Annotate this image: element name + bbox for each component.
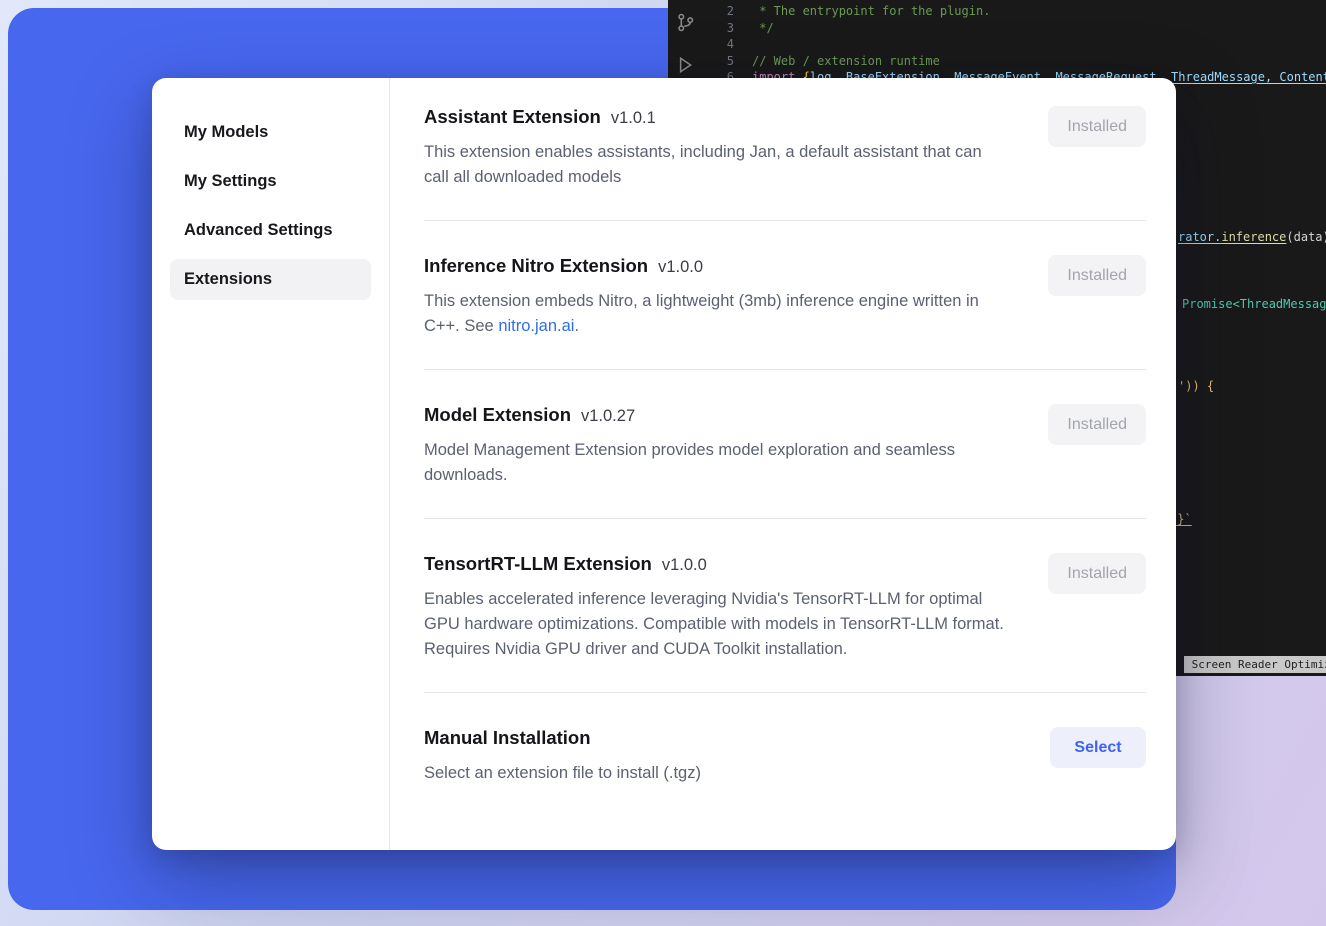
extension-version: v1.0.1 (611, 109, 656, 127)
code-text: */ (752, 20, 774, 37)
code-token: rator. (1178, 230, 1221, 244)
extension-name: Model Extension v1.0.27 (424, 404, 1009, 426)
line-number: 4 (708, 36, 734, 53)
extension-title-text: Model Extension (424, 404, 571, 425)
sidebar-item-extensions[interactable]: Extensions (170, 259, 371, 300)
nitro-jan-ai-link[interactable]: nitro.jan.ai (498, 317, 574, 335)
extension-row: TensortRT-LLM Extension v1.0.0 Enables ac… (424, 553, 1146, 662)
line-number: 2 (708, 3, 734, 20)
select-file-button[interactable]: Select (1050, 727, 1146, 768)
code-line: 2 * The entrypoint for the plugin. (708, 3, 1326, 20)
extension-row: Inference Nitro Extension v1.0.0 This ext… (424, 255, 1146, 339)
code-fragment: rator.inference(data)); (1178, 229, 1326, 245)
code-line: 3 */ (708, 20, 1326, 37)
sidebar-item-my-settings[interactable]: My Settings (170, 161, 371, 202)
extension-description: Model Management Extension provides mode… (424, 438, 1009, 488)
extension-name: TensortRT-LLM Extension v1.0.0 (424, 553, 1009, 575)
screen-reader-optimized-badge[interactable]: Screen Reader Optimized (1184, 656, 1326, 673)
extension-version: v1.0.27 (581, 407, 635, 425)
extension-version: v1.0.0 (662, 556, 707, 574)
extension-row: Assistant Extension v1.0.1 This extension… (424, 106, 1146, 190)
divider (424, 692, 1146, 693)
extension-info: Model Extension v1.0.27 Model Management … (424, 404, 1009, 488)
extension-info: Assistant Extension v1.0.1 This extension… (424, 106, 1009, 190)
desktop: 2 * The entrypoint for the plugin. 3 */ … (0, 0, 1326, 926)
run-debug-icon[interactable] (675, 55, 695, 75)
divider (424, 518, 1146, 519)
extension-description: This extension enables assistants, inclu… (424, 140, 1009, 190)
extension-info: Inference Nitro Extension v1.0.0 This ext… (424, 255, 1009, 339)
settings-sidebar: My Models My Settings Advanced Settings … (152, 78, 390, 850)
extension-description: This extension embeds Nitro, a lightweig… (424, 289, 1009, 339)
installed-button[interactable]: Installed (1048, 106, 1146, 147)
extension-row: Model Extension v1.0.27 Model Management … (424, 404, 1146, 488)
description-text: . (574, 317, 579, 335)
code-text: * The entrypoint for the plugin. (752, 3, 990, 20)
manual-installation-description: Select an extension file to install (.tg… (424, 761, 701, 786)
source-control-icon[interactable] (675, 12, 696, 33)
line-number: 3 (708, 20, 734, 37)
extension-description: Enables accelerated inference leveraging… (424, 587, 1009, 662)
extension-name: Assistant Extension v1.0.1 (424, 106, 1009, 128)
divider (424, 369, 1146, 370)
code-line: 5 // Web / extension runtime (708, 53, 1326, 70)
manual-installation-title: Manual Installation (424, 727, 701, 749)
extension-title-text: Inference Nitro Extension (424, 255, 648, 276)
code-token: (data)); (1286, 230, 1326, 244)
extension-title-text: Assistant Extension (424, 106, 601, 127)
settings-modal: My Models My Settings Advanced Settings … (152, 78, 1176, 850)
extension-info: Manual Installation Select an extension … (424, 727, 701, 786)
code-text: // Web / extension runtime (752, 53, 940, 70)
extensions-panel: Assistant Extension v1.0.1 This extension… (390, 78, 1176, 850)
extension-name: Inference Nitro Extension v1.0.0 (424, 255, 1009, 277)
sidebar-item-advanced-settings[interactable]: Advanced Settings (170, 210, 371, 251)
extension-title-text: TensortRT-LLM Extension (424, 553, 652, 574)
code-lines: 2 * The entrypoint for the plugin. 3 */ … (708, 3, 1326, 86)
manual-installation-row: Manual Installation Select an extension … (424, 727, 1146, 786)
code-token: inference (1221, 230, 1286, 244)
line-number: 5 (708, 53, 734, 70)
extension-version: v1.0.0 (658, 258, 703, 276)
sidebar-item-my-models[interactable]: My Models (170, 112, 371, 153)
installed-button[interactable]: Installed (1048, 404, 1146, 445)
divider (424, 220, 1146, 221)
installed-button[interactable]: Installed (1048, 255, 1146, 296)
extension-info: TensortRT-LLM Extension v1.0.0 Enables ac… (424, 553, 1009, 662)
code-fragment: ')) { (1178, 378, 1214, 394)
code-line: 4 (708, 36, 1326, 53)
installed-button[interactable]: Installed (1048, 553, 1146, 594)
code-fragment: Promise<ThreadMessage> (1182, 296, 1326, 312)
